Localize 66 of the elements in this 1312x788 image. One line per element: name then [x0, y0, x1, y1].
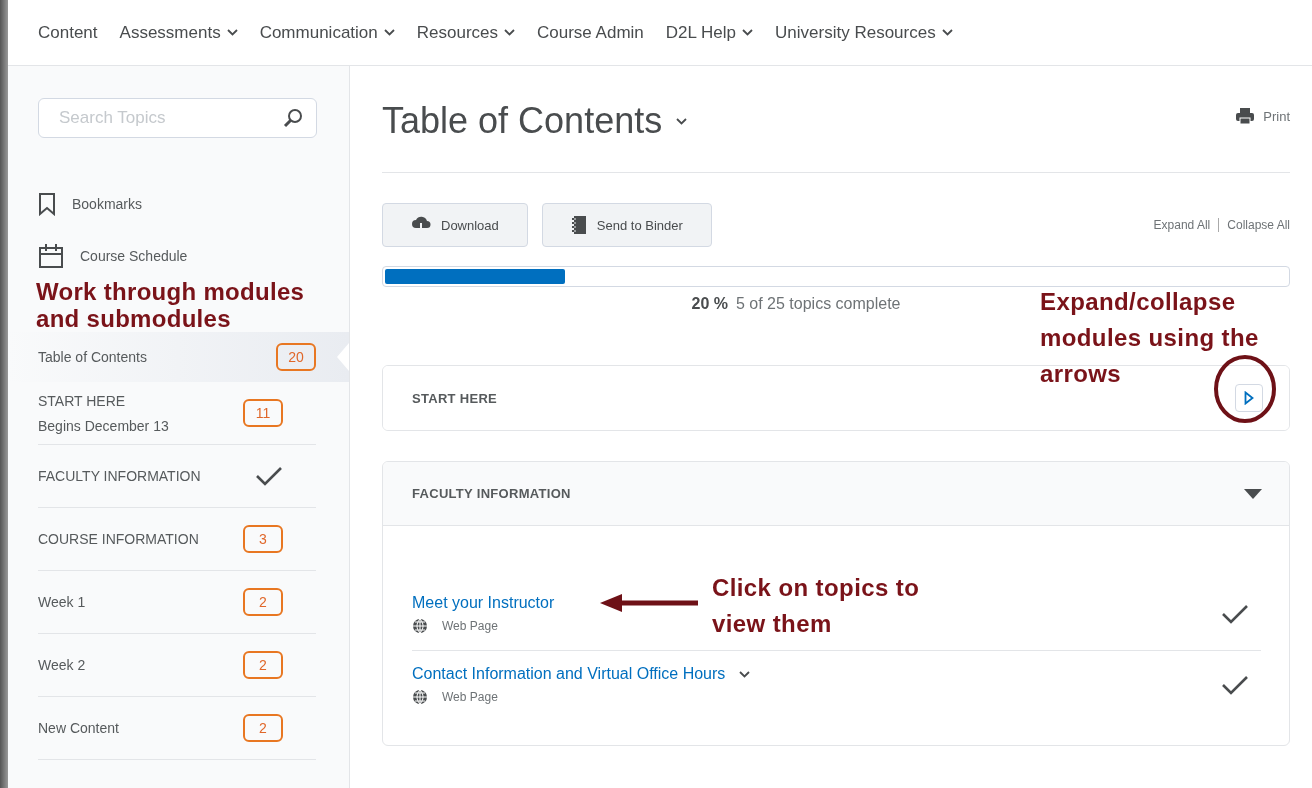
topic-link[interactable]: Contact Information and Virtual Office Hours — [412, 665, 751, 683]
topic-type: Web Page — [442, 619, 498, 633]
search-icon — [282, 107, 304, 129]
collapse-triangle-icon[interactable] — [1243, 487, 1263, 500]
caret-icon — [504, 29, 515, 36]
count-badge: 11 — [243, 399, 283, 427]
binder-icon — [570, 215, 587, 235]
expand-button[interactable] — [1235, 384, 1263, 412]
module-name: START HERE — [38, 392, 127, 409]
nav-menu-item[interactable]: Assessments — [119, 22, 238, 43]
search-input[interactable]: Search Topics — [57, 107, 282, 129]
nav-menu-item[interactable]: Communication — [259, 22, 395, 43]
expand-all-link[interactable]: Expand All — [1153, 218, 1211, 232]
printer-icon — [1235, 107, 1256, 125]
calendar-icon — [38, 243, 64, 269]
bookmark-icon — [38, 192, 56, 216]
module-nav-item[interactable]: FACULTY INFORMATION — [38, 445, 316, 508]
annotation-text: Click on topics to view them — [712, 573, 920, 639]
module-name: New Content — [38, 720, 119, 736]
search-field[interactable]: Search Topics — [38, 98, 317, 138]
sidebar-link[interactable]: Course Schedule — [38, 234, 349, 278]
nav-menu-item[interactable]: Course Admin — [537, 22, 644, 43]
module-nav-item[interactable]: START HERE Begins December 13 11 — [38, 382, 316, 445]
sidebar-link[interactable]: Bookmarks — [38, 174, 349, 234]
progress-percent: 20 % — [691, 295, 728, 313]
module-name: FACULTY INFORMATION — [38, 468, 201, 484]
annotation-text: Expand/collapse modules using the arrows — [1040, 287, 1259, 389]
caret-icon — [676, 117, 688, 125]
download-button[interactable]: Download — [382, 203, 528, 247]
progress-summary: 5 of 25 topics complete — [735, 295, 901, 313]
nav-menu-item[interactable]: Content — [38, 22, 98, 43]
topic-link[interactable]: Meet your Instructor — [412, 594, 555, 612]
caret-icon — [941, 29, 953, 36]
module-title: START HERE — [412, 390, 498, 406]
globe-icon — [412, 618, 428, 634]
count-badge: 2 — [243, 714, 283, 742]
globe-icon — [412, 689, 428, 705]
module-name: Week 2 — [38, 657, 86, 673]
highlight-circle — [1213, 354, 1277, 424]
topic-type: Web Page — [442, 690, 498, 704]
count-badge: 2 — [243, 588, 283, 616]
module-nav-item[interactable]: Week 2 2 — [38, 634, 316, 697]
count-badge: 20 — [276, 343, 316, 371]
count-badge: 3 — [243, 525, 283, 553]
print-link[interactable]: Print — [1235, 107, 1290, 125]
page-title[interactable]: Table of Contents — [382, 100, 688, 142]
module-nav-item[interactable]: Week 1 2 — [38, 571, 316, 634]
send-to-binder-button[interactable]: Send to Binder — [541, 203, 712, 247]
caret-icon — [742, 29, 754, 36]
module-name: COURSE INFORMATION — [38, 531, 199, 547]
caret-icon — [739, 670, 751, 678]
module-name: Table of Contents — [38, 349, 147, 365]
module-nav-item[interactable]: New Content 2 — [38, 697, 316, 760]
nav-menu-item[interactable]: University Resources — [775, 22, 953, 43]
count-badge: 2 — [243, 651, 283, 679]
module-title: FACULTY INFORMATION — [412, 486, 571, 501]
nav-menu-item[interactable]: Resources — [416, 22, 515, 43]
play-triangle-icon — [1244, 391, 1254, 405]
module-nav-item[interactable]: COURSE INFORMATION 3 — [38, 508, 316, 571]
module-date: Begins December 13 — [38, 417, 169, 434]
module-name: Week 1 — [38, 594, 86, 610]
annotation-text: Work through modules and submodules — [36, 278, 306, 332]
collapse-all-link[interactable]: Collapse All — [1218, 218, 1290, 232]
nav-menu-item[interactable]: D2L Help — [665, 22, 754, 43]
caret-icon — [383, 29, 395, 36]
caret-icon — [226, 29, 238, 36]
